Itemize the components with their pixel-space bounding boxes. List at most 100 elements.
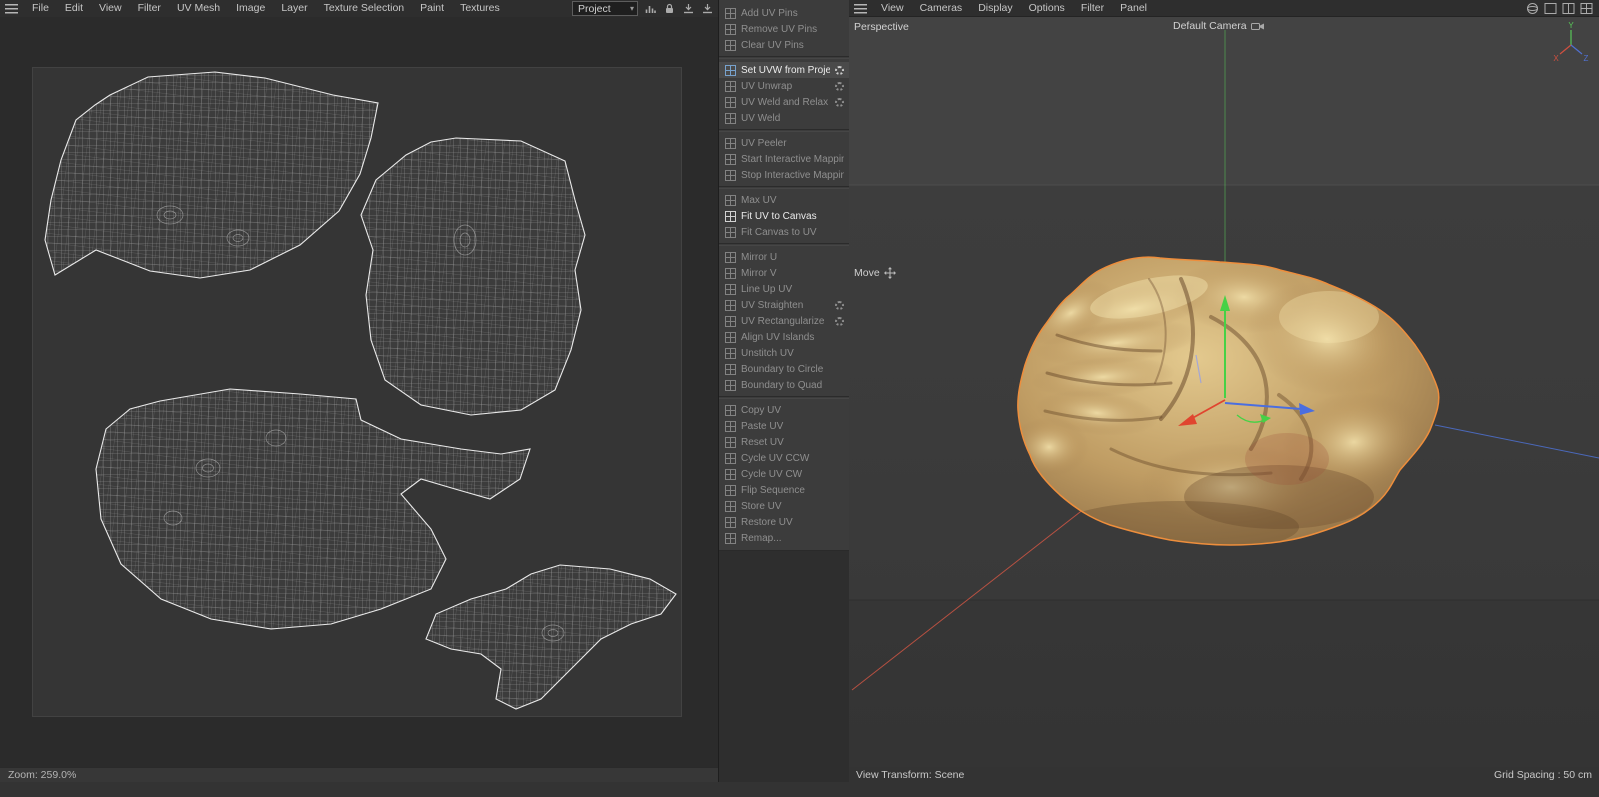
uv-command-store-uv[interactable]: Store UV: [719, 498, 849, 514]
uv-command-max-uv[interactable]: Max UV: [719, 192, 849, 208]
fit-canvas-to-uv-icon: [725, 226, 736, 238]
uv-command-label: UV Unwrap: [741, 80, 793, 92]
uv-command-uv-unwrap[interactable]: UV Unwrap: [719, 78, 849, 94]
topbar-right-tools: Project ▾: [572, 1, 718, 16]
uv-command-reset-uv[interactable]: Reset UV: [719, 434, 849, 450]
3d-viewport: View Cameras Display Options Filter Panel: [849, 0, 1599, 782]
uv-command-fit-uv-to-canvas[interactable]: Fit UV to Canvas: [719, 208, 849, 224]
uv-command-copy-uv[interactable]: Copy UV: [719, 402, 849, 418]
uv-command-uv-peeler[interactable]: UV Peeler: [719, 135, 849, 151]
add-uv-pins-icon: [725, 7, 736, 19]
menu-paint[interactable]: Paint: [412, 0, 452, 17]
camera-name: Default Camera: [1173, 20, 1247, 32]
gear-icon[interactable]: [835, 316, 844, 326]
uv-command-cycle-uv-cw[interactable]: Cycle UV CW: [719, 466, 849, 482]
gear-icon[interactable]: [835, 65, 844, 75]
gear-icon[interactable]: [835, 97, 844, 107]
gear-icon[interactable]: [835, 300, 844, 310]
viewport-menu-cameras[interactable]: Cameras: [912, 0, 971, 17]
menu-texture-selection[interactable]: Texture Selection: [316, 0, 413, 17]
uv-command-uv-straighten[interactable]: UV Straighten: [719, 297, 849, 313]
uv-command-remap[interactable]: Remap...: [719, 530, 849, 546]
uv-command-boundary-to-circle[interactable]: Boundary to Circle: [719, 361, 849, 377]
menu-edit[interactable]: Edit: [57, 0, 91, 17]
remove-uv-pins-icon: [725, 23, 736, 35]
uv-command-paste-uv[interactable]: Paste UV: [719, 418, 849, 434]
main-menu-icon[interactable]: [5, 3, 18, 14]
uv-command-remove-uv-pins[interactable]: Remove UV Pins: [719, 21, 849, 37]
uv-command-label: Set UVW from Projection: [741, 64, 830, 76]
uv-texture-canvas[interactable]: [32, 67, 682, 717]
viewport-camera-label[interactable]: Default Camera: [1173, 20, 1265, 32]
chart-icon[interactable]: [643, 2, 657, 15]
uv-straighten-icon: [725, 299, 736, 311]
uv-island-2[interactable]: [360, 137, 586, 416]
uv-peeler-icon: [725, 137, 736, 149]
viewport-menu-filter[interactable]: Filter: [1073, 0, 1112, 17]
unstitch-uv-icon: [725, 347, 736, 359]
uv-command-label: Cycle UV CW: [741, 468, 803, 480]
flip-sequence-icon: [725, 484, 736, 496]
uv-command-label: Remove UV Pins: [741, 23, 818, 35]
uv-command-cycle-uv-ccw[interactable]: Cycle UV CCW: [719, 450, 849, 466]
panel-layout-quad-icon[interactable]: [1579, 2, 1593, 15]
viewport-menu-panel[interactable]: Panel: [1112, 0, 1155, 17]
uv-command-uv-rectangularize[interactable]: UV Rectangularize: [719, 313, 849, 329]
menu-file[interactable]: File: [24, 0, 57, 17]
menu-view[interactable]: View: [91, 0, 130, 17]
uv-command-fit-canvas-to-uv[interactable]: Fit Canvas to UV: [719, 224, 849, 240]
uv-command-start-interactive-mapping[interactable]: Start Interactive Mapping: [719, 151, 849, 167]
uv-command-add-uv-pins[interactable]: Add UV Pins: [719, 5, 849, 21]
uv-command-uv-weld[interactable]: UV Weld: [719, 110, 849, 126]
viewport-menu-view[interactable]: View: [873, 0, 912, 17]
uv-command-flip-sequence[interactable]: Flip Sequence: [719, 482, 849, 498]
menu-uv-mesh[interactable]: UV Mesh: [169, 0, 228, 17]
panel-layout-split-icon[interactable]: [1561, 2, 1575, 15]
dock-icon-1[interactable]: [681, 2, 695, 15]
uv-command-uv-weld-and-relax[interactable]: UV Weld and Relax: [719, 94, 849, 110]
uv-command-stop-interactive-mapping[interactable]: Stop Interactive Mapping: [719, 167, 849, 183]
viewport-menu-options[interactable]: Options: [1021, 0, 1073, 17]
stop-interactive-mapping-icon: [725, 169, 736, 181]
viewport-canvas[interactable]: Perspective Default Camera Move Y X Z: [849, 17, 1599, 767]
uv-command-line-up-uv[interactable]: Line Up UV: [719, 281, 849, 297]
panel-layout-single-icon[interactable]: [1543, 2, 1557, 15]
uv-command-set-uvw-from-projection[interactable]: Set UVW from Projection: [719, 62, 849, 78]
camera-icon: [1250, 23, 1264, 30]
render-sphere-icon[interactable]: [1525, 2, 1539, 15]
cycle-uv-ccw-icon: [725, 452, 736, 464]
uv-weld-icon: [725, 112, 736, 124]
uv-islands-wireframe: [44, 71, 677, 710]
uv-command-restore-uv[interactable]: Restore UV: [719, 514, 849, 530]
viewport-menu-display[interactable]: Display: [970, 0, 1020, 17]
uv-command-unstitch-uv[interactable]: Unstitch UV: [719, 345, 849, 361]
grid-spacing-label: Grid Spacing : 50 cm: [1493, 768, 1592, 781]
group-separator: [719, 243, 849, 246]
uv-command-mirror-v[interactable]: Mirror V: [719, 265, 849, 281]
uv-command-mirror-u[interactable]: Mirror U: [719, 249, 849, 265]
viewport-menu-icon[interactable]: [854, 2, 867, 14]
uv-command-boundary-to-quad[interactable]: Boundary to Quad: [719, 377, 849, 393]
uv-island-1[interactable]: [44, 71, 379, 279]
uv-island-4[interactable]: [425, 564, 677, 710]
viewport-view-label[interactable]: Perspective: [854, 21, 909, 33]
uv-command-label: UV Rectangularize: [741, 315, 825, 327]
menu-layer[interactable]: Layer: [273, 0, 315, 17]
gear-icon[interactable]: [835, 81, 844, 91]
uv-command-clear-uv-pins[interactable]: Clear UV Pins: [719, 37, 849, 53]
axis-x-label: X: [1553, 54, 1559, 63]
uv-command-align-uv-islands[interactable]: Align UV Islands: [719, 329, 849, 345]
uv-editor[interactable]: [0, 17, 718, 767]
dock-icon-2[interactable]: [700, 2, 714, 15]
project-dropdown[interactable]: Project ▾: [572, 1, 638, 16]
menu-image[interactable]: Image: [228, 0, 273, 17]
viewport-menu-items: View Cameras Display Options Filter Panel: [873, 0, 1155, 16]
uv-island-3[interactable]: [95, 388, 531, 630]
active-tool-label: Move: [854, 267, 896, 279]
uv-command-label: Fit Canvas to UV: [741, 226, 817, 238]
uv-command-label: Cycle UV CCW: [741, 452, 810, 464]
menu-textures[interactable]: Textures: [452, 0, 508, 17]
tool-name: Move: [854, 267, 880, 279]
menu-filter[interactable]: Filter: [130, 0, 169, 17]
lock-icon[interactable]: [662, 2, 676, 15]
